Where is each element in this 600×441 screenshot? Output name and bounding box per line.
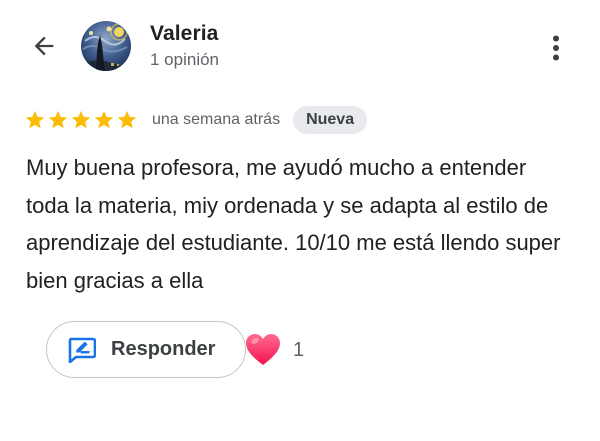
back-button[interactable] [24,26,64,66]
star-icon [71,110,91,129]
more-options-button[interactable] [540,28,572,68]
star-rating [24,109,138,131]
review-text: Muy buena profesora, me ayudó mucho a en… [26,155,561,293]
review-header: Valeria 1 opinión [0,0,600,96]
new-badge: Nueva [293,106,368,134]
avatar-image [81,21,131,71]
reviewer-name[interactable]: Valeria [150,22,218,46]
reaction-button[interactable]: 1 [245,330,304,370]
reply-button[interactable]: Responder [46,321,246,378]
avatar[interactable] [81,21,131,71]
more-vert-icon [553,35,559,61]
star-icon [94,110,114,129]
back-arrow-icon [34,36,54,56]
reply-edit-icon [68,337,96,363]
star-icon [117,110,137,129]
reviewer-review-count: 1 opinión [150,50,220,69]
review-time: una semana atrás [152,111,281,128]
reaction-count: 1 [293,338,305,361]
rating-row: una semana atrás Nueva [24,103,368,137]
star-icon [25,110,45,129]
star-icon [48,110,68,129]
heart-icon [246,334,280,365]
reply-label: Responder [111,338,216,360]
